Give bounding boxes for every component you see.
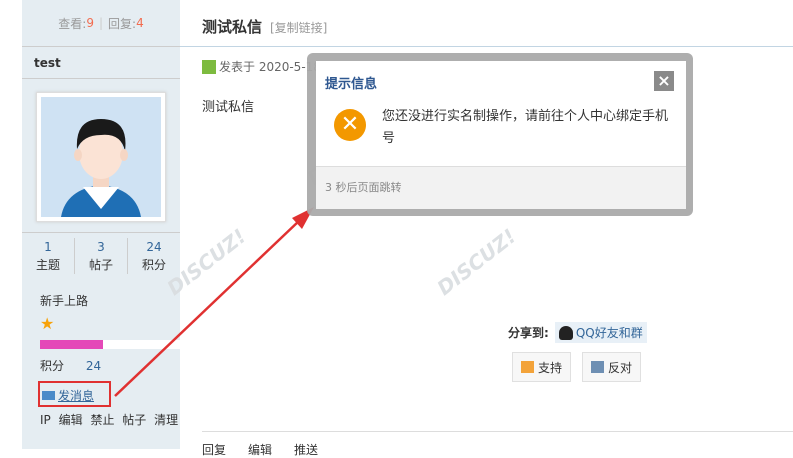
close-icon[interactable]: × [654, 71, 674, 91]
error-icon: ✕ [334, 109, 366, 141]
dialog-message: 您还没进行实名制操作，请前往个人中心绑定手机号 [382, 109, 669, 146]
redirect-countdown: 3 秒后页面跳转 [325, 181, 402, 194]
notice-dialog: 提示信息 × ✕ 您还没进行实名制操作，请前往个人中心绑定手机号 3 秒后页面跳… [316, 61, 686, 209]
dialog-title: 提示信息 [325, 77, 378, 92]
dialog-footer: 3 秒后页面跳转 [316, 166, 686, 209]
